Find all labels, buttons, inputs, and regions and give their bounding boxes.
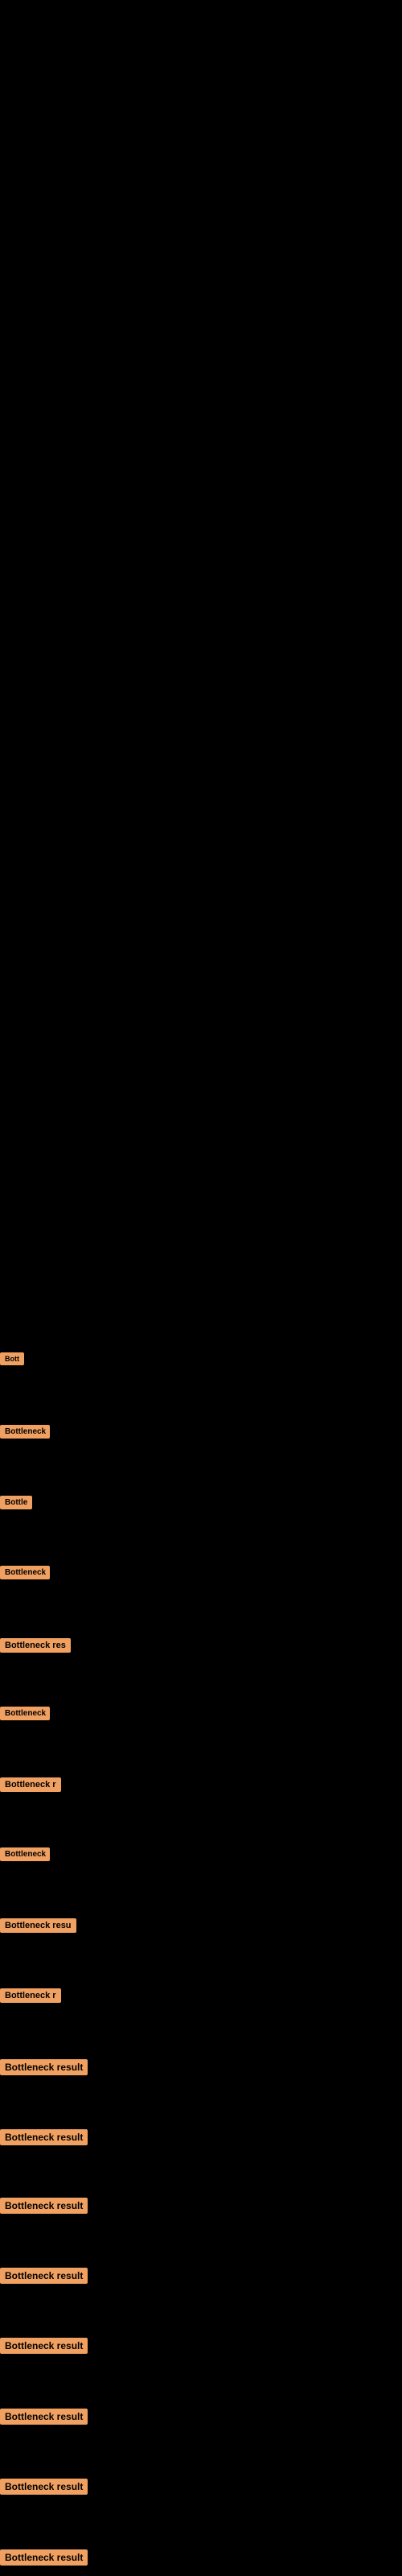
- bottleneck-item-4: Bottleneck: [0, 1566, 50, 1579]
- bottleneck-item-15: Bottleneck result: [0, 2338, 88, 2354]
- bottleneck-item-13: Bottleneck result: [0, 2198, 88, 2214]
- bottleneck-item-17: Bottleneck result: [0, 2479, 88, 2495]
- bottleneck-badge-12: Bottleneck result: [0, 2129, 88, 2145]
- chart-area: [0, 0, 402, 1852]
- bottleneck-item-14: Bottleneck result: [0, 2268, 88, 2284]
- bottleneck-item-6: Bottleneck: [0, 1707, 50, 1720]
- bottleneck-badge-14: Bottleneck result: [0, 2268, 88, 2284]
- bottleneck-badge-4: Bottleneck: [0, 1566, 50, 1579]
- bottleneck-badge-3: Bottle: [0, 1496, 32, 1509]
- bottleneck-badge-16: Bottleneck result: [0, 2409, 88, 2425]
- bottleneck-item-3: Bottle: [0, 1496, 32, 1509]
- bottleneck-badge-8: Bottleneck: [0, 1847, 50, 1861]
- bottleneck-badge-5: Bottleneck res: [0, 1638, 71, 1653]
- bottleneck-badge-17: Bottleneck result: [0, 2479, 88, 2495]
- bottleneck-badge-1: Bott: [0, 1352, 24, 1365]
- bottleneck-badge-6: Bottleneck: [0, 1707, 50, 1720]
- bottleneck-badge-9: Bottleneck resu: [0, 1918, 76, 1933]
- bottleneck-badge-7: Bottleneck r: [0, 1777, 61, 1792]
- bottleneck-badge-2: Bottleneck: [0, 1425, 50, 1439]
- bottleneck-item-12: Bottleneck result: [0, 2129, 88, 2145]
- bottleneck-item-18: Bottleneck result: [0, 2549, 88, 2566]
- bottleneck-item-11: Bottleneck result: [0, 2059, 88, 2075]
- bottleneck-item-16: Bottleneck result: [0, 2409, 88, 2425]
- bottleneck-item-8: Bottleneck: [0, 1847, 50, 1861]
- bottleneck-badge-11: Bottleneck result: [0, 2059, 88, 2075]
- bottleneck-item-2: Bottleneck: [0, 1425, 50, 1439]
- bottleneck-item-9: Bottleneck resu: [0, 1918, 76, 1933]
- bottleneck-item-5: Bottleneck res: [0, 1638, 71, 1653]
- bottleneck-badge-18: Bottleneck result: [0, 2549, 88, 2566]
- bottleneck-badge-13: Bottleneck result: [0, 2198, 88, 2214]
- bottleneck-item-10: Bottleneck r: [0, 1988, 61, 2003]
- bottleneck-item-1: Bott: [0, 1352, 24, 1365]
- bottleneck-badge-10: Bottleneck r: [0, 1988, 61, 2003]
- bottleneck-badge-15: Bottleneck result: [0, 2338, 88, 2354]
- bottleneck-item-7: Bottleneck r: [0, 1777, 61, 1792]
